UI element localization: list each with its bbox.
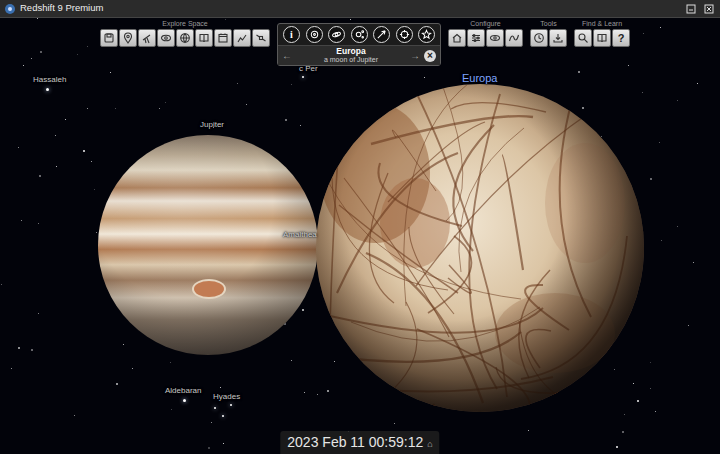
home-button[interactable] xyxy=(448,29,466,47)
toolbar: Explore Space i ← Europaa moon of Jupiter → ×… xyxy=(0,18,720,66)
fly-icon xyxy=(376,29,387,40)
great-red-spot xyxy=(194,281,224,297)
toolbar-group: Find & Learn? xyxy=(574,20,630,47)
object-label[interactable]: Hyades xyxy=(213,393,240,402)
info-panel: i ← Europaa moon of Jupiter → × xyxy=(277,23,441,66)
telescope-button[interactable] xyxy=(138,29,156,47)
chart-icon xyxy=(236,32,248,44)
settings-icon xyxy=(470,32,482,44)
object-label[interactable]: Jupiter xyxy=(200,121,224,130)
object-label[interactable]: Amalthea xyxy=(283,231,317,240)
help-button[interactable]: ? xyxy=(612,29,630,47)
button-row: ? xyxy=(574,29,630,47)
track-icon xyxy=(399,29,410,40)
group-label: Configure xyxy=(470,20,500,28)
orbit-icon xyxy=(331,29,342,40)
group-label: Explore Space xyxy=(162,20,208,28)
book-icon xyxy=(596,32,608,44)
jupiter-planet[interactable] xyxy=(98,135,318,355)
clock-button[interactable] xyxy=(530,29,548,47)
close-window-icon xyxy=(704,4,714,14)
previous-button[interactable]: ← xyxy=(282,51,292,61)
object-strip: ← Europaa moon of Jupiter → × xyxy=(278,46,440,65)
chart-button[interactable] xyxy=(233,29,251,47)
location-icon xyxy=(122,32,134,44)
track-button[interactable] xyxy=(396,26,413,43)
book-button[interactable] xyxy=(593,29,611,47)
favorite-icon xyxy=(421,29,432,40)
sky-view[interactable]: Hassaleh c Per Jupiter Europa Amalthea Aldeba… xyxy=(0,18,720,454)
object-label[interactable]: Europa xyxy=(462,72,497,84)
minimize-icon xyxy=(686,4,696,14)
info-glyph: i xyxy=(290,30,293,40)
window-title: Redshift 9 Premium xyxy=(20,1,103,15)
fly-button[interactable] xyxy=(373,26,390,43)
minimize-button[interactable] xyxy=(684,3,698,15)
toolbar-group: Configure xyxy=(448,20,523,47)
object-label[interactable]: Hassaleh xyxy=(33,76,66,85)
clock-icon xyxy=(533,32,545,44)
book-icon xyxy=(198,32,210,44)
close-panel-button[interactable]: × xyxy=(424,50,436,62)
orbitpath-icon xyxy=(489,32,501,44)
object-label[interactable]: c Per xyxy=(299,65,318,74)
group-label: Find & Learn xyxy=(582,20,622,28)
next-button[interactable]: → xyxy=(410,51,420,61)
orbit-button[interactable] xyxy=(328,26,345,43)
time-bar[interactable]: 2023 Feb 11 00:59:12 ⌂ xyxy=(280,431,439,454)
info-button-row: i xyxy=(278,24,440,46)
view-icon xyxy=(160,32,172,44)
search-button[interactable] xyxy=(574,29,592,47)
graph-icon xyxy=(508,32,520,44)
view-button[interactable] xyxy=(157,29,175,47)
guide-button[interactable] xyxy=(176,29,194,47)
title-bar: Redshift 9 Premium xyxy=(0,0,720,18)
favorite-button[interactable] xyxy=(418,26,435,43)
book-button[interactable] xyxy=(195,29,213,47)
home-icon xyxy=(451,32,463,44)
calendar-icon xyxy=(217,32,229,44)
center-icon xyxy=(309,29,320,40)
object-info: Europaa moon of Jupiter xyxy=(296,47,406,64)
search-icon xyxy=(577,32,589,44)
moons-button[interactable] xyxy=(351,26,368,43)
home-time-button[interactable]: ⌂ xyxy=(427,438,432,452)
toolbar-group: Explore Space xyxy=(100,20,270,47)
save-button[interactable] xyxy=(100,29,118,47)
guide-icon xyxy=(179,32,191,44)
button-row xyxy=(448,29,523,47)
close-button[interactable] xyxy=(702,3,716,15)
object-description: a moon of Jupiter xyxy=(296,56,406,64)
app-logo-icon xyxy=(4,3,16,15)
save-icon xyxy=(103,32,115,44)
settings-button[interactable] xyxy=(467,29,485,47)
object-name: Europa xyxy=(296,47,406,56)
europa-moon[interactable] xyxy=(315,83,645,413)
calendar-button[interactable] xyxy=(214,29,232,47)
info-button[interactable]: i xyxy=(283,26,300,43)
center-button[interactable] xyxy=(306,26,323,43)
help-glyph: ? xyxy=(618,33,625,44)
location-button[interactable] xyxy=(119,29,137,47)
export-icon xyxy=(552,32,564,44)
date-time[interactable]: 2023 Feb 11 00:59:12 xyxy=(287,432,423,453)
button-row xyxy=(530,29,567,47)
moons-icon xyxy=(354,29,365,40)
object-label[interactable]: Aldebaran xyxy=(165,387,201,396)
graph-button[interactable] xyxy=(505,29,523,47)
export-button[interactable] xyxy=(549,29,567,47)
group-label: Tools xyxy=(540,20,556,28)
orbitpath-button[interactable] xyxy=(486,29,504,47)
button-row xyxy=(100,29,270,47)
telescope-icon xyxy=(141,32,153,44)
toolbar-group: Tools xyxy=(530,20,567,47)
satellite-button[interactable] xyxy=(252,29,270,47)
satellite-icon xyxy=(255,32,267,44)
